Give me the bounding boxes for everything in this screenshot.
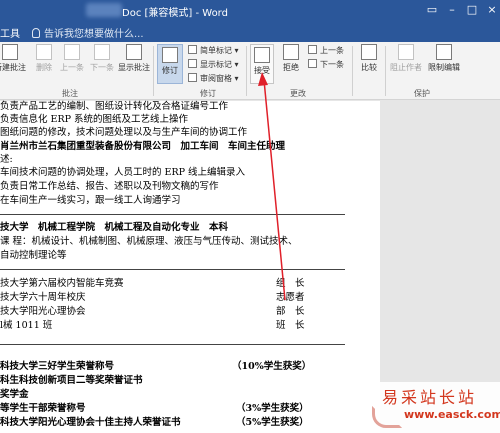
watermark-url: www.easck.com <box>404 408 500 421</box>
watermark-text: 易采站长站 <box>382 388 478 407</box>
word-window: Doc [兼容模式] - Word ▭ – □ × 工具 告诉我您想要做什么..… <box>0 0 500 433</box>
watermark-logo-arc <box>372 406 402 428</box>
annotation-arrow <box>258 72 286 301</box>
watermark: 易采站长站 www.easck.com <box>368 382 500 433</box>
